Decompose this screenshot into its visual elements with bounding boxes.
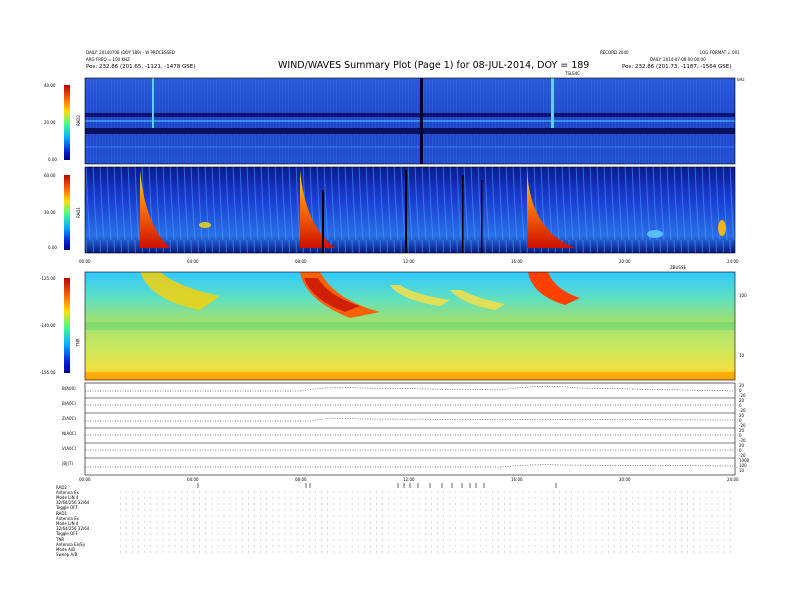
time-tick-bottom-6: 24:00: [727, 477, 739, 482]
rad2-tick-top: 40.00: [44, 83, 56, 88]
line-panel-label-1: B(A0C): [62, 401, 76, 406]
time-tick-bottom-0: 00:00: [79, 477, 91, 482]
event-ticks: [197, 483, 557, 488]
line-panel-label-5: |B|(T): [62, 461, 74, 466]
rad2-tick-bottom: 0.00: [48, 157, 57, 162]
line-panels: [84, 382, 736, 476]
rad2-panel: [64, 77, 736, 165]
time-tick-5: 20:00: [619, 259, 631, 264]
info-rad1: RAD1 Antenna Ex Mode LIN 4 32/64/256 32/…: [56, 511, 90, 536]
line-scale-4: 20 0 -20: [739, 443, 746, 458]
time-tick-1: 04:00: [187, 259, 199, 264]
tnr-right-label: ZBUSSE: [670, 265, 687, 270]
line-panel-label-0: B(A00): [62, 386, 76, 391]
rad1-tick-mid: 30.00: [44, 210, 56, 215]
time-tick-bottom-1: 04:00: [187, 477, 199, 482]
rad2-colorbar: [64, 85, 70, 160]
rad1-label: RAD1: [75, 207, 81, 218]
time-tick-0: 00:00: [79, 259, 91, 264]
line-scale-0: 20 0 -20: [739, 383, 746, 398]
time-tick-bottom-4: 16:00: [511, 477, 523, 482]
tnr-tick-mid: -140.00: [40, 323, 56, 328]
rad1-tick-bottom: 0.00: [48, 245, 57, 250]
rad1-panel: [64, 166, 736, 254]
summary-plot: [64, 77, 736, 553]
time-tick-bottom-5: 20:00: [619, 477, 631, 482]
line-scale-3: 20 0 -20: [739, 428, 746, 443]
line-scale-5: 1000 100 10: [739, 458, 750, 473]
tnr-right-tick-bottom: 10: [739, 353, 745, 358]
tnr-tick-bottom: -155.00: [40, 370, 56, 375]
line-scale-2: 20 0 -20: [739, 413, 746, 428]
tnr-colorbar: [64, 278, 70, 373]
line-panel-label-4: V(A0C): [62, 446, 76, 451]
rad1-tick-top: 60.00: [44, 173, 56, 178]
tnr-label: TNR: [75, 338, 81, 347]
info-dotted-grid: [120, 491, 735, 553]
line-panel-label-2: Z(A0C): [62, 416, 76, 421]
info-tnr: TNR Antenna Ex/Ey Mode A/B Sweep A/B: [56, 537, 86, 557]
tnr-right-tick-top: 100: [739, 293, 747, 298]
time-tick-6: 24:00: [727, 259, 739, 264]
time-tick-bottom-3: 12:00: [403, 477, 415, 482]
rad2-tick-mid: 20.00: [44, 120, 56, 125]
rad1-colorbar: [64, 175, 70, 250]
tnr-tick-top: -125.00: [40, 276, 56, 281]
time-tick-2: 08:00: [295, 259, 307, 264]
time-tick-3: 12:00: [403, 259, 415, 264]
rad2-label: RAD2: [75, 115, 81, 126]
line-panel-label-3: N(A0C): [62, 431, 77, 436]
line-scale-1: 20 0 -20: [739, 398, 746, 413]
tnr-panel: [64, 271, 736, 381]
info-rad2: RAD2 Antenna Ex Mode LIN 4 32/64/256 32/…: [56, 485, 90, 510]
time-tick-bottom-2: 08:00: [295, 477, 307, 482]
time-tick-4: 16:00: [511, 259, 523, 264]
